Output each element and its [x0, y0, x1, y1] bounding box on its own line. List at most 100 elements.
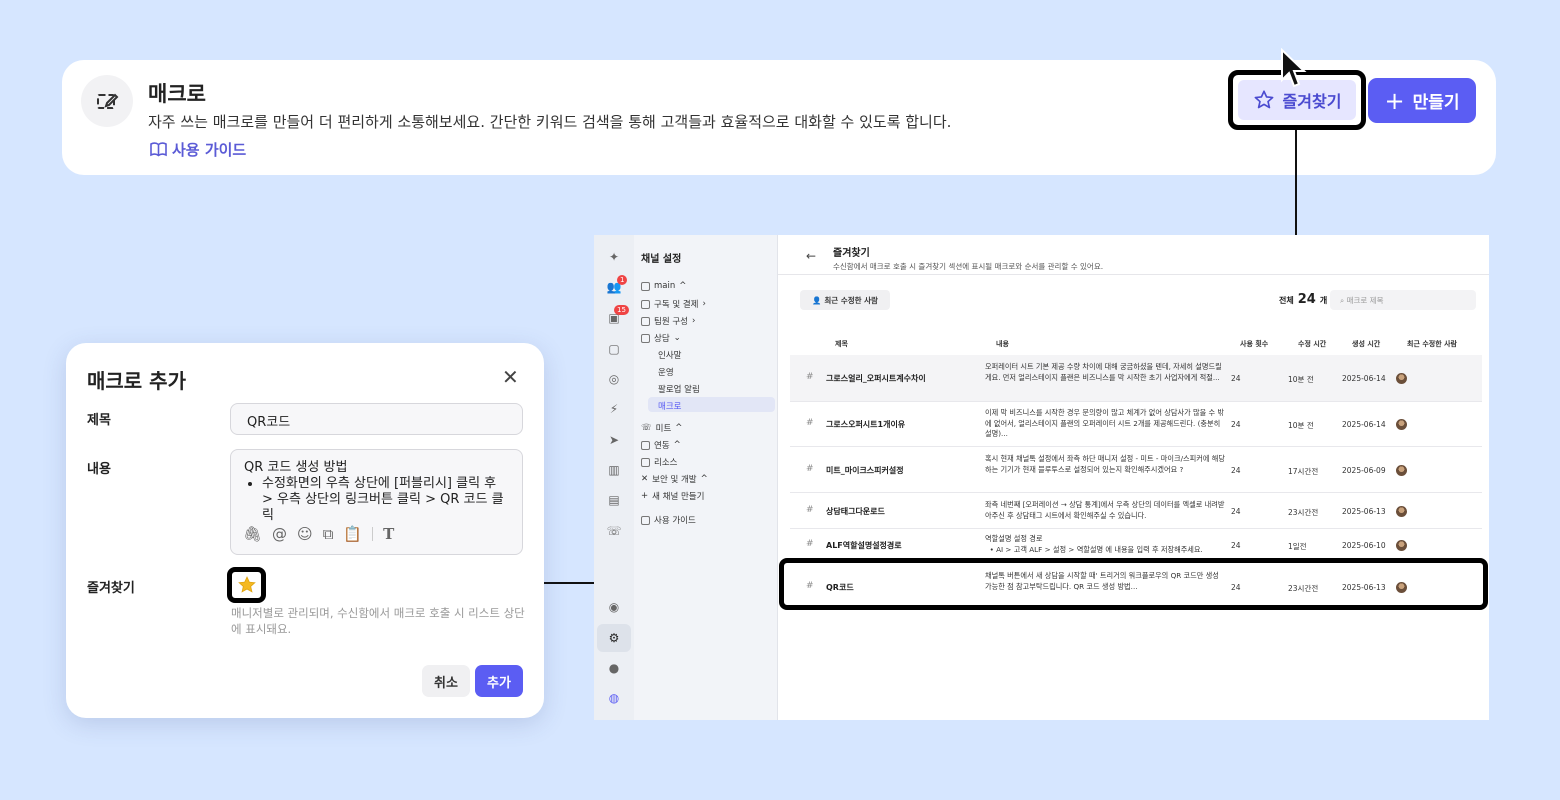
book-icon: [150, 142, 167, 157]
app-screenshot: ✦ 👥 1 ▣ 15 ▢ ◎ ⚡ ➤ ▥ ▤ ☏ ◉ ⚙ ● ◍ 채널 설정 m…: [594, 235, 1489, 720]
chevron-up-icon: ^: [675, 423, 683, 433]
toolbar-divider: [372, 527, 374, 541]
sidebar-item-main[interactable]: main ^: [641, 281, 686, 291]
close-icon[interactable]: ✕: [502, 365, 519, 389]
search-icon: ⌕: [1340, 296, 1345, 305]
plus-icon: +: [641, 491, 649, 501]
chevron-up-icon: ^: [673, 440, 681, 450]
table-row[interactable]: # 그로스오퍼시트1개이유 이제 막 비즈니스를 시작한 경우 문의량이 많고 …: [790, 402, 1482, 447]
sidebar-title: 채널 설정: [641, 254, 682, 265]
avatar: [1396, 506, 1407, 517]
create-button-label: 만들기: [1412, 93, 1460, 113]
hash-icon: #: [806, 505, 814, 515]
hash-icon: #: [806, 539, 814, 549]
mention-icon[interactable]: @: [272, 526, 287, 542]
chevron-up-icon: ^: [679, 281, 687, 291]
tools-icon: ✕: [641, 474, 649, 484]
sidebar-sub-greeting[interactable]: 인사말: [658, 349, 681, 361]
phone-icon: ☏: [641, 423, 652, 433]
col-header: 제목: [835, 340, 848, 348]
panel-title: 즐겨찾기: [833, 248, 870, 259]
ai-icon[interactable]: ▤: [606, 492, 622, 508]
sidebar-item-new-channel[interactable]: + 새 채널 만들기: [641, 490, 704, 502]
favorite-toggle[interactable]: [227, 567, 266, 603]
smile-icon: [641, 281, 650, 291]
hash-icon: #: [806, 464, 814, 474]
sidebar-sub-operation[interactable]: 운영: [658, 366, 674, 378]
content-editor[interactable]: QR 코드 생성 방법 수정화면의 우측 상단에 [퍼블리시] 클릭 후 > 우…: [230, 449, 523, 555]
macro-edit-icon: [81, 75, 133, 127]
book-icon[interactable]: ▥: [606, 462, 622, 478]
col-header: 생성 시간: [1352, 340, 1381, 348]
add-button[interactable]: 추가: [475, 665, 523, 697]
channel-logo-icon[interactable]: ◍: [606, 690, 622, 706]
bolt-icon[interactable]: ⚡: [606, 401, 622, 417]
sparkle-icon[interactable]: ✦: [606, 249, 622, 265]
sidebar-item-security[interactable]: ✕ 보안 및 개발 ^: [641, 473, 708, 485]
col-header: 내용: [996, 340, 1009, 348]
sidebar-item-resource[interactable]: 리소스: [641, 456, 677, 468]
hash-icon: #: [806, 372, 814, 382]
phone-icon[interactable]: ☏: [606, 523, 622, 539]
search-input[interactable]: ⌕ 매크로 제목: [1330, 290, 1476, 310]
avatar: [1396, 373, 1407, 384]
coin-icon: [641, 299, 650, 309]
chevron-up-icon: ^: [700, 474, 708, 484]
plus-icon: +: [1384, 86, 1405, 115]
nav-rail: ✦ 👥 1 ▣ 15 ▢ ◎ ⚡ ➤ ▥ ▤ ☏ ◉ ⚙ ● ◍: [594, 235, 634, 720]
create-button[interactable]: + 만들기: [1368, 78, 1476, 123]
table-row[interactable]: # 그로스얼리_오퍼시트계수차이 오퍼레이터 시트 기본 제공 수량 차이에 대…: [790, 355, 1482, 402]
emoji-icon[interactable]: ☺: [297, 526, 313, 542]
page-description: 자주 쓰는 매크로를 만들어 더 편리하게 소통해보세요. 간단한 키워드 검색…: [148, 113, 952, 131]
avatar: [1396, 540, 1407, 551]
attachment-icon[interactable]: 🖇: [243, 526, 262, 542]
chat-icon[interactable]: ◉: [606, 599, 622, 615]
title-input[interactable]: QR코드: [230, 403, 523, 435]
send-icon[interactable]: ➤: [606, 432, 622, 448]
guide-link[interactable]: 사용 가이드: [150, 139, 246, 160]
col-header: 사용 횟수: [1240, 340, 1269, 348]
text-format-icon[interactable]: T: [383, 526, 394, 542]
panel-subtitle: 수신함에서 매크로 호출 시 즐겨찾기 섹션에 표시될 매크로와 순서를 관리할…: [833, 262, 1104, 271]
sidebar-item-billing[interactable]: 구독 및 결제 ›: [641, 298, 706, 310]
row-highlight-box: [779, 558, 1488, 610]
total-count: 전체 24 개: [1279, 292, 1328, 307]
title-label: 제목: [87, 413, 111, 428]
sidebar-item-team[interactable]: 팀원 구성 ›: [641, 315, 695, 327]
table-row[interactable]: # ALF역할설명설정경로 역할설명 설정 경로 • AI > 고객 ALF >…: [790, 529, 1482, 561]
clipboard-icon[interactable]: 📋: [343, 526, 362, 542]
col-header: 최근 수정한 사람: [1407, 340, 1457, 348]
sidebar-sub-followup[interactable]: 팔로업 알림: [658, 383, 700, 395]
content-line: QR 코드 생성 방법: [244, 460, 348, 475]
contact-icon[interactable]: ▢: [606, 341, 622, 357]
chevron-down-icon: ⌄: [673, 333, 681, 343]
chevron-right-icon: ›: [702, 299, 706, 309]
divider: [778, 274, 1489, 275]
grid-icon: [641, 440, 650, 450]
chat-bubble-icon: [641, 333, 650, 343]
gear-icon[interactable]: ⚙: [606, 630, 622, 646]
favorites-panel: ← 즐겨찾기 수신함에서 매크로 호출 시 즐겨찾기 섹션에 표시될 매크로와 …: [778, 235, 1489, 720]
book-icon: [641, 515, 650, 525]
book-icon: [641, 457, 650, 467]
sidebar-item-meet[interactable]: ☏ 미트 ^: [641, 422, 682, 434]
avatar: [1396, 465, 1407, 476]
cancel-button[interactable]: 취소: [422, 665, 470, 697]
star-outline-icon: [1254, 90, 1273, 109]
badge-icon[interactable]: ◎: [606, 371, 622, 387]
add-media-icon[interactable]: ⧉: [323, 526, 334, 542]
back-arrow-icon[interactable]: ←: [806, 249, 816, 263]
team-icon: [641, 316, 650, 326]
sidebar-sub-macro[interactable]: 매크로: [658, 400, 681, 412]
table-row[interactable]: # 미트_마이크스피커설정 혹시 현재 채널톡 설정에서 좌측 하단 매니저 설…: [790, 447, 1482, 493]
hash-icon: #: [806, 418, 814, 428]
recent-editor-filter[interactable]: 👤 최근 수정한 사람: [800, 290, 890, 310]
avatar[interactable]: ●: [606, 660, 622, 676]
favorite-label: 즐겨찾기: [87, 581, 135, 596]
settings-sidebar: 채널 설정 main ^ 구독 및 결제 › 팀원 구성 › 상담 ⌄ 인사말 운영 팔…: [634, 235, 778, 720]
sidebar-item-guide[interactable]: 사용 가이드: [641, 514, 696, 526]
table-row[interactable]: # 상담태그다운로드 좌측 네번째 [오퍼레이션 → 상담 통계]에서 우측 상…: [790, 493, 1482, 529]
sidebar-item-integration[interactable]: 연동 ^: [641, 439, 681, 451]
sidebar-item-consult[interactable]: 상담 ⌄: [641, 332, 681, 344]
avatar: [1396, 419, 1407, 430]
